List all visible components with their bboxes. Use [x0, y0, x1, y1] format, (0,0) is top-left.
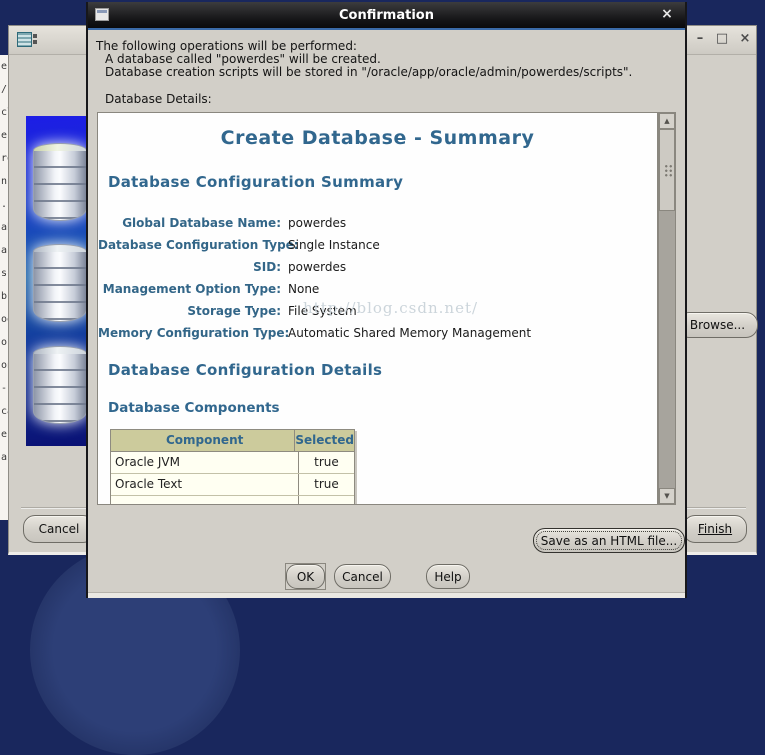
detail-value: Single Instance	[288, 238, 380, 252]
detail-value: powerdes	[288, 260, 346, 274]
components-table: Component Selected Oracle JVM true Oracl…	[110, 429, 355, 505]
table-row-partial	[111, 496, 354, 505]
selected-cell: true	[299, 474, 354, 495]
vertical-scrollbar[interactable]: ▲ ▼	[658, 112, 676, 505]
column-header: Selected	[295, 430, 354, 451]
table-header-row: Component Selected	[111, 430, 354, 452]
component-cell: Oracle Text	[111, 474, 299, 495]
maximize-button[interactable]: □	[713, 30, 731, 48]
column-header: Component	[111, 430, 295, 451]
dialog-window-icon	[95, 8, 109, 21]
scroll-down-button[interactable]: ▼	[659, 488, 675, 504]
browse-button[interactable]: Browse...	[677, 312, 758, 338]
dialog-titlebar[interactable]: Confirmation ×	[88, 2, 685, 30]
detail-label: Memory Configuration Type:	[98, 326, 281, 340]
selected-cell: true	[299, 452, 354, 473]
section-config-details: Database Configuration Details	[108, 361, 382, 379]
window-close-button[interactable]: ×	[736, 30, 754, 48]
database-artwork-panel	[26, 116, 89, 446]
intro-line: The following operations will be perform…	[96, 39, 357, 53]
database-details-heading: Database Details:	[105, 92, 212, 106]
database-cylinder-icon	[33, 143, 87, 227]
confirmation-dialog: Confirmation × The following operations …	[86, 2, 687, 598]
app-icon	[17, 32, 32, 47]
scroll-up-button[interactable]: ▲	[659, 113, 675, 129]
detail-label: Global Database Name:	[98, 216, 281, 230]
scrollbar-thumb[interactable]	[659, 129, 675, 211]
page-title: Create Database - Summary	[98, 127, 657, 149]
finish-label: Finish	[698, 522, 732, 536]
ok-button[interactable]: OK	[286, 564, 325, 589]
detail-label: Database Configuration Type:	[98, 238, 281, 252]
database-cylinder-icon	[33, 244, 87, 328]
summary-content-area: Create Database - Summary Database Confi…	[97, 112, 658, 505]
intro-line: Database creation scripts will be stored…	[105, 65, 632, 79]
scrollbar-grip-dots	[664, 164, 673, 178]
detail-label: Management Option Type:	[98, 282, 281, 296]
detail-label: Storage Type:	[98, 304, 281, 318]
table-row: Oracle Text true	[111, 474, 354, 496]
component-cell: Oracle JVM	[111, 452, 299, 473]
dialog-cancel-button[interactable]: Cancel	[334, 564, 391, 589]
dialog-close-button[interactable]: ×	[658, 5, 676, 23]
wizard-cancel-button[interactable]: Cancel	[23, 515, 95, 543]
dialog-bottom-edge	[88, 592, 685, 598]
section-components: Database Components	[108, 400, 280, 416]
database-cylinder-icon	[33, 346, 87, 430]
save-as-html-button[interactable]: Save as an HTML file...	[533, 528, 685, 553]
dialog-title: Confirmation	[88, 8, 685, 23]
csdn-watermark: http://blog.csdn.net/	[303, 299, 478, 317]
detail-value: None	[288, 282, 319, 296]
table-row: Oracle JVM true	[111, 452, 354, 474]
ok-button-focus-ring: OK	[285, 563, 326, 590]
detail-value: Automatic Shared Memory Management	[288, 326, 531, 340]
finish-button[interactable]: Finish	[683, 515, 747, 543]
section-config-summary: Database Configuration Summary	[108, 173, 403, 191]
detail-value: powerdes	[288, 216, 346, 230]
intro-line: A database called "powerdes" will be cre…	[105, 52, 381, 66]
detail-label: SID:	[98, 260, 281, 274]
minimize-button[interactable]: –	[691, 30, 709, 48]
help-button[interactable]: Help	[426, 564, 470, 589]
